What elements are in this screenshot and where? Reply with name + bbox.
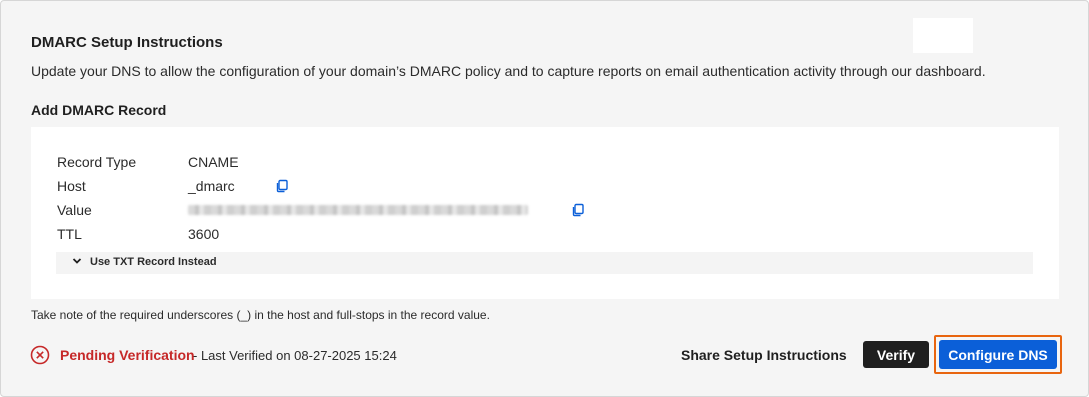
use-txt-record-toggle[interactable]: Use TXT Record Instead	[56, 252, 1033, 274]
last-verified-text: - Last Verified on 08-27-2025 15:24	[193, 348, 397, 363]
page-title: DMARC Setup Instructions	[31, 34, 223, 51]
record-type-label: Record Type	[57, 154, 137, 170]
record-type-value: CNAME	[188, 154, 239, 170]
host-label: Host	[57, 178, 86, 194]
ttl-label: TTL	[57, 226, 82, 242]
help-note: Take note of the required underscores (_…	[31, 308, 490, 322]
redacted-value	[188, 205, 528, 215]
copy-value-icon[interactable]	[571, 203, 585, 217]
copy-host-icon[interactable]	[275, 179, 289, 193]
status-badge: Pending Verification	[60, 347, 195, 363]
blank-area	[913, 18, 973, 53]
value-value	[188, 202, 528, 218]
record-card: Record Type CNAME Host _dmarc Value TTL …	[31, 127, 1059, 299]
verify-button[interactable]: Verify	[863, 341, 929, 368]
section-heading: Add DMARC Record	[31, 102, 167, 118]
share-setup-instructions-button[interactable]: Share Setup Instructions	[681, 347, 847, 363]
x-circle-icon	[30, 345, 50, 370]
chevron-down-icon	[72, 256, 82, 269]
configure-dns-button[interactable]: Configure DNS	[939, 340, 1057, 369]
configure-dns-highlight: Configure DNS	[934, 335, 1062, 374]
dmarc-setup-panel: DMARC Setup Instructions Update your DNS…	[0, 0, 1089, 397]
txt-toggle-label: Use TXT Record Instead	[90, 256, 217, 268]
host-value: _dmarc	[188, 178, 235, 194]
page-description: Update your DNS to allow the configurati…	[31, 63, 986, 79]
value-label: Value	[57, 202, 92, 218]
ttl-value: 3600	[188, 226, 220, 242]
